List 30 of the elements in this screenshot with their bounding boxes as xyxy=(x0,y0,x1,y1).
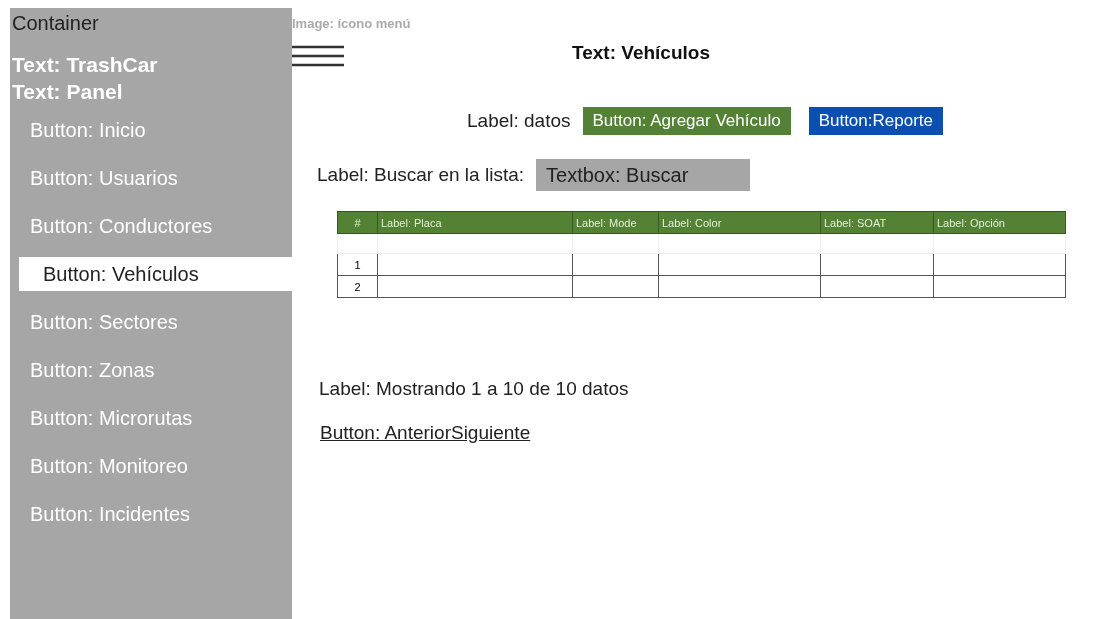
row-number: 2 xyxy=(337,275,378,298)
row-number: 1 xyxy=(337,253,378,276)
search-field[interactable]: Textbox: Buscar xyxy=(536,159,750,191)
nav-button[interactable]: Button: Monitoreo xyxy=(10,449,292,483)
container-label: Container xyxy=(11,12,100,35)
app-title: Text: TrashCar xyxy=(11,52,159,78)
data-label: Label: datos xyxy=(467,110,571,132)
panel-subtitle: Text: Panel xyxy=(11,79,124,105)
column-header: Label: Mode xyxy=(572,211,659,234)
add-vehicle-button[interactable]: Button: Agregar Vehículo xyxy=(582,107,791,135)
nav-button[interactable]: Button: Microrutas xyxy=(10,401,292,435)
pager-link[interactable]: Button: AnteriorSiguiente xyxy=(320,422,531,444)
menu-icon-label: Image: ícono menú xyxy=(292,16,412,31)
nav-button[interactable]: Button: Incidentes xyxy=(10,497,292,531)
nav-button[interactable]: Button: Vehículos xyxy=(19,257,292,291)
nav-button[interactable]: Button: Zonas xyxy=(10,353,292,387)
page-title: Text: Vehículos xyxy=(572,42,710,64)
column-header: Label: SOAT xyxy=(820,211,934,234)
nav-button[interactable]: Button: Usuarios xyxy=(10,161,292,195)
report-button[interactable]: Button:Reporte xyxy=(808,107,943,135)
status-label: Label: Mostrando 1 a 10 de 10 datos xyxy=(319,378,630,400)
nav-button[interactable]: Button: Inicio xyxy=(10,113,292,147)
column-header: Label: Placa xyxy=(377,211,573,234)
nav-button[interactable]: Button: Sectores xyxy=(10,305,292,339)
column-header: Label: Opción xyxy=(933,211,1066,234)
column-header: Label: Color xyxy=(658,211,821,234)
search-label: Label: Buscar en la lista: xyxy=(317,164,524,186)
menu-icon[interactable] xyxy=(292,45,344,67)
column-header: # xyxy=(337,211,378,234)
nav-button[interactable]: Button: Conductores xyxy=(10,209,292,243)
